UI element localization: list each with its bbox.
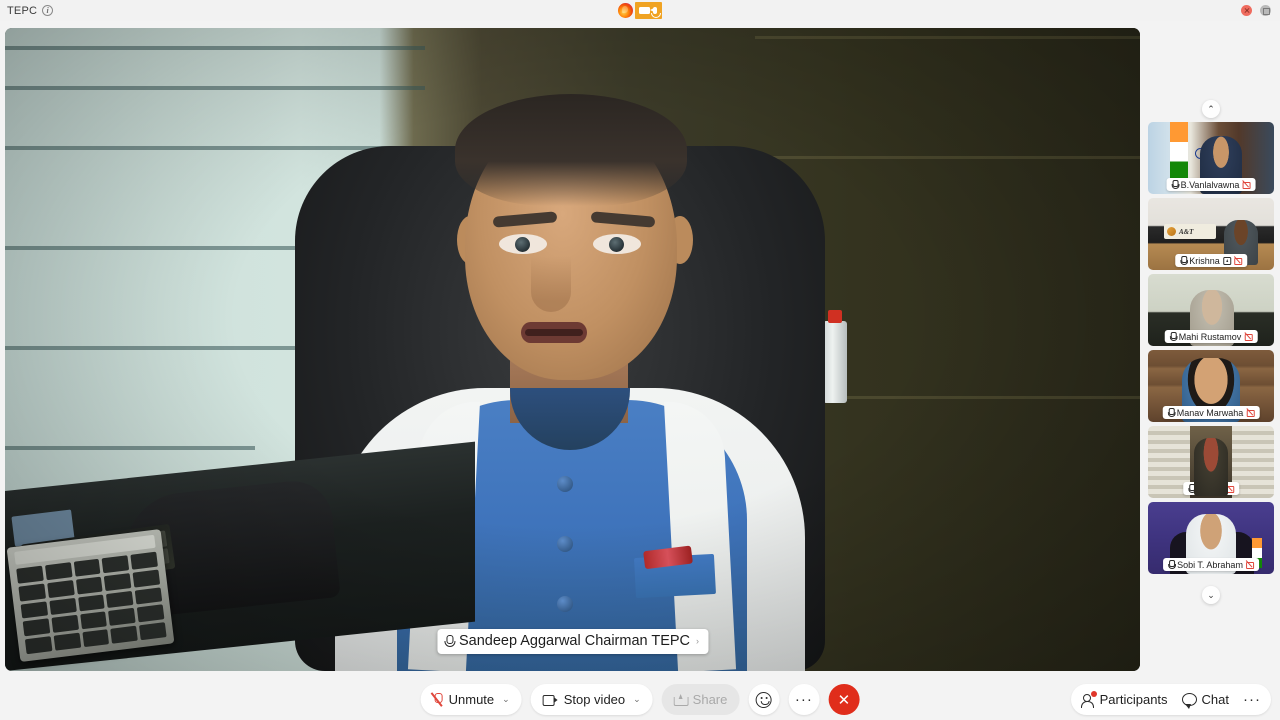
camera-icon [542, 694, 558, 706]
more-options-button[interactable]: ··· [788, 684, 820, 715]
pocket-square [634, 553, 716, 599]
video-off-icon [1233, 256, 1242, 265]
wall-slat [755, 36, 1140, 39]
info-icon[interactable]: i [42, 5, 54, 16]
participant-thumbnail[interactable]: Sobi T. Abraham [1148, 502, 1274, 574]
camera-mic-active-indicator[interactable] [635, 2, 662, 19]
eye [593, 234, 641, 254]
nose [531, 256, 571, 312]
participant-thumbnail[interactable]: B.Vanlalvawna [1148, 122, 1274, 194]
india-flag [1170, 122, 1206, 182]
participants-label: Participants [1099, 692, 1168, 707]
ellipsis-icon: ··· [1243, 690, 1261, 708]
participant-name-label: Sobi T. Abraham [1163, 558, 1259, 571]
notification-badge [1090, 690, 1097, 697]
share-label: Share [692, 692, 728, 707]
hair [455, 94, 687, 206]
microphone-icon [444, 635, 456, 647]
video-off-icon [1246, 408, 1255, 417]
participant-name: Manav Marwaha [1176, 407, 1244, 418]
toolbar-center-controls: Unmute ⌄ Stop video ⌄ Share ··· ✕ [420, 684, 860, 715]
maximize-window-button[interactable] [1260, 5, 1271, 16]
reactions-button[interactable] [748, 684, 780, 715]
participant-name: B.Vanlalvawna [1180, 179, 1240, 190]
chevron-right-icon[interactable]: › [696, 636, 699, 646]
logo-mark [1167, 227, 1176, 236]
stop-video-button[interactable]: Stop video ⌄ [530, 684, 653, 715]
calculator [6, 528, 175, 663]
microphone-muted-icon [1167, 560, 1177, 569]
video-off-icon [1242, 180, 1251, 189]
microphone-muted-icon [1167, 408, 1177, 417]
participant-name: Krishna [1189, 255, 1220, 266]
video-off-icon [1244, 332, 1253, 341]
right-more-options-button[interactable]: ··· [1243, 690, 1261, 708]
unmute-label: Unmute [448, 692, 495, 707]
chat-label: Chat [1201, 692, 1229, 707]
participant-name-label: Krishna [1175, 254, 1247, 267]
participant-thumbnail[interactable]: A&T Krishna [1148, 198, 1274, 270]
title-bar-left: TEPC i [0, 4, 54, 17]
participant-thumbnail[interactable]: Manav Marwaha [1148, 350, 1274, 422]
title-bar-indicators [618, 1, 662, 20]
microphone-icon [651, 7, 661, 18]
participant-figure [1194, 438, 1228, 496]
active-speaker-name-label: Sandeep Aggarwal Chairman TEPC › [436, 629, 709, 654]
vest-button [557, 596, 573, 612]
chevron-down-icon[interactable]: ⌄ [502, 694, 510, 705]
microphone-muted-icon [1169, 332, 1179, 341]
vest-button [557, 536, 573, 552]
participant-name: Sobi T. Abraham [1177, 559, 1243, 570]
logo-text: A&T [1179, 227, 1194, 236]
chat-bubble-icon [1181, 693, 1197, 709]
close-window-button[interactable] [1241, 5, 1252, 16]
app-title: TEPC [7, 4, 38, 17]
firefox-icon[interactable] [618, 3, 633, 18]
participants-icon [1080, 690, 1097, 708]
stop-video-label: Stop video [563, 692, 626, 707]
title-bar: TEPC i [0, 0, 1280, 21]
company-logo: A&T [1164, 224, 1216, 239]
wall-slat [755, 156, 1140, 159]
meeting-toolbar: Unmute ⌄ Stop video ⌄ Share ··· ✕ Partic… [0, 679, 1280, 720]
ellipsis-icon: ··· [794, 690, 813, 708]
video-off-icon [1245, 560, 1254, 569]
eye [499, 234, 547, 254]
wall-slat [5, 446, 255, 450]
scroll-down-button[interactable]: ⌄ [1202, 586, 1220, 604]
participant-thumbnail[interactable]: Nazim [1148, 426, 1274, 498]
vest-button [557, 476, 573, 492]
participant-thumbnail[interactable]: Mahi Rustamov [1148, 274, 1274, 346]
participant-filmstrip: ⌃ B.Vanlalvawna A&T Krishna Mahi Rustamo… [1145, 28, 1277, 671]
active-speaker-video[interactable]: Sandeep Aggarwal Chairman TEPC › [5, 28, 1140, 671]
participant-name-label: Manav Marwaha [1162, 406, 1260, 419]
camera-icon [639, 7, 654, 14]
unmute-button[interactable]: Unmute ⌄ [420, 684, 522, 715]
close-icon: ✕ [837, 691, 851, 709]
share-screen-icon [673, 693, 689, 706]
water-bottle [823, 310, 847, 403]
window-controls [1241, 5, 1280, 16]
wall-slat [5, 46, 425, 50]
chevron-down-icon[interactable]: ⌄ [633, 694, 641, 705]
participants-button[interactable]: Participants [1080, 690, 1168, 708]
scroll-up-button[interactable]: ⌃ [1202, 100, 1220, 118]
participant-name-label: Mahi Rustamov [1164, 330, 1258, 343]
microphone-muted-icon [1171, 180, 1180, 189]
share-button: Share [661, 684, 740, 715]
toolbar-right-controls: Participants Chat ··· [1070, 684, 1271, 715]
screen-share-icon [1222, 256, 1231, 265]
active-speaker-name: Sandeep Aggarwal Chairman TEPC [458, 633, 691, 649]
mouth [521, 322, 587, 343]
participant-name-label: B.Vanlalvawna [1166, 178, 1256, 191]
microphone-muted-icon [433, 692, 443, 707]
chat-button[interactable]: Chat [1181, 692, 1229, 709]
end-call-button[interactable]: ✕ [828, 684, 860, 715]
emoji-reaction-icon [755, 691, 772, 708]
microphone-muted-icon [1179, 256, 1189, 265]
participant-thumbnails: B.Vanlalvawna A&T Krishna Mahi Rustamov … [1148, 122, 1274, 574]
participant-name: Mahi Rustamov [1178, 331, 1242, 342]
